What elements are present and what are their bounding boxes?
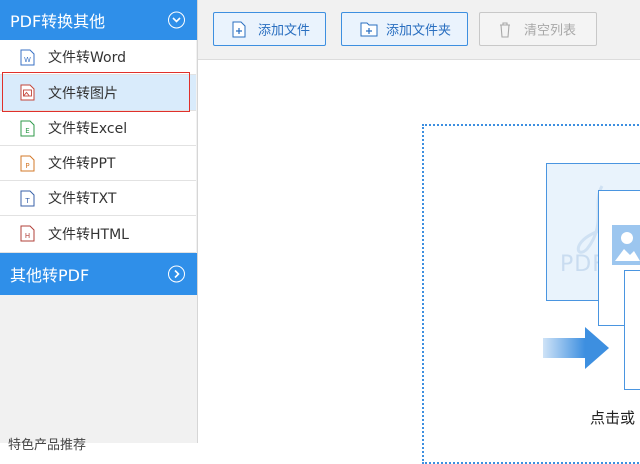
- add-folder-button[interactable]: 添加文件夹: [341, 12, 468, 46]
- sidebar-item-label: 文件转Excel: [48, 121, 128, 137]
- ppt-file-icon: P: [20, 155, 35, 172]
- watermark-text: @悟空问答: [507, 410, 588, 429]
- add-folder-icon: [360, 22, 378, 37]
- sidebar-item-word[interactable]: W 文件转Word: [0, 40, 196, 75]
- conversion-arrow-icon: [543, 327, 609, 369]
- sidebar-item-label: 文件转HTML: [48, 227, 129, 243]
- drop-hint-text: 点击或: [590, 409, 636, 427]
- sidebar-item-html[interactable]: H 文件转HTML: [0, 216, 196, 253]
- svg-text:E: E: [25, 127, 29, 135]
- txt-file-icon: T: [20, 190, 35, 207]
- promo-heading: 特色产品推荐: [8, 438, 87, 453]
- chevron-down-circle-icon[interactable]: [168, 11, 185, 29]
- sidebar-item-ppt[interactable]: P 文件转PPT: [0, 146, 196, 181]
- sidebar-item-label: 文件转Word: [48, 50, 126, 66]
- excel-file-icon: E: [20, 120, 35, 137]
- svg-text:T: T: [24, 197, 30, 205]
- word-file-icon: W: [20, 49, 35, 66]
- sidebar: PDF转换其他 W 文件转Word 文件转图片 E 文件转Excel P 文件转…: [0, 0, 198, 453]
- section-other-to-pdf[interactable]: 其他转PDF: [0, 253, 197, 295]
- html-file-icon: H: [20, 225, 35, 242]
- add-file-icon: [232, 21, 246, 38]
- section-title: PDF转换其他: [10, 12, 106, 31]
- sidebar-item-label: 文件转PPT: [48, 156, 116, 172]
- trash-icon: [500, 22, 510, 38]
- svg-text:W: W: [24, 56, 31, 64]
- section-pdf-to-other[interactable]: PDF转换其他: [0, 0, 197, 40]
- add-file-label: 添加文件: [258, 23, 311, 39]
- chevron-right-circle-icon[interactable]: [168, 265, 185, 283]
- selection-highlight-box: [2, 72, 190, 112]
- add-folder-label: 添加文件夹: [386, 23, 452, 39]
- add-file-button[interactable]: 添加文件: [213, 12, 326, 46]
- clear-list-button[interactable]: 清空列表: [479, 12, 597, 46]
- svg-text:P: P: [25, 162, 29, 170]
- svg-text:H: H: [25, 232, 30, 240]
- output-document-illustration: [624, 270, 640, 390]
- section-title: 其他转PDF: [10, 266, 90, 285]
- toolbar: 添加文件 添加文件夹 清空列表: [198, 0, 640, 60]
- clear-list-label: 清空列表: [524, 23, 577, 39]
- sidebar-item-excel[interactable]: E 文件转Excel: [0, 111, 196, 146]
- sidebar-item-txt[interactable]: T 文件转TXT: [0, 181, 196, 216]
- image-thumbnail-icon: [612, 225, 640, 265]
- sidebar-item-label: 文件转TXT: [48, 191, 117, 207]
